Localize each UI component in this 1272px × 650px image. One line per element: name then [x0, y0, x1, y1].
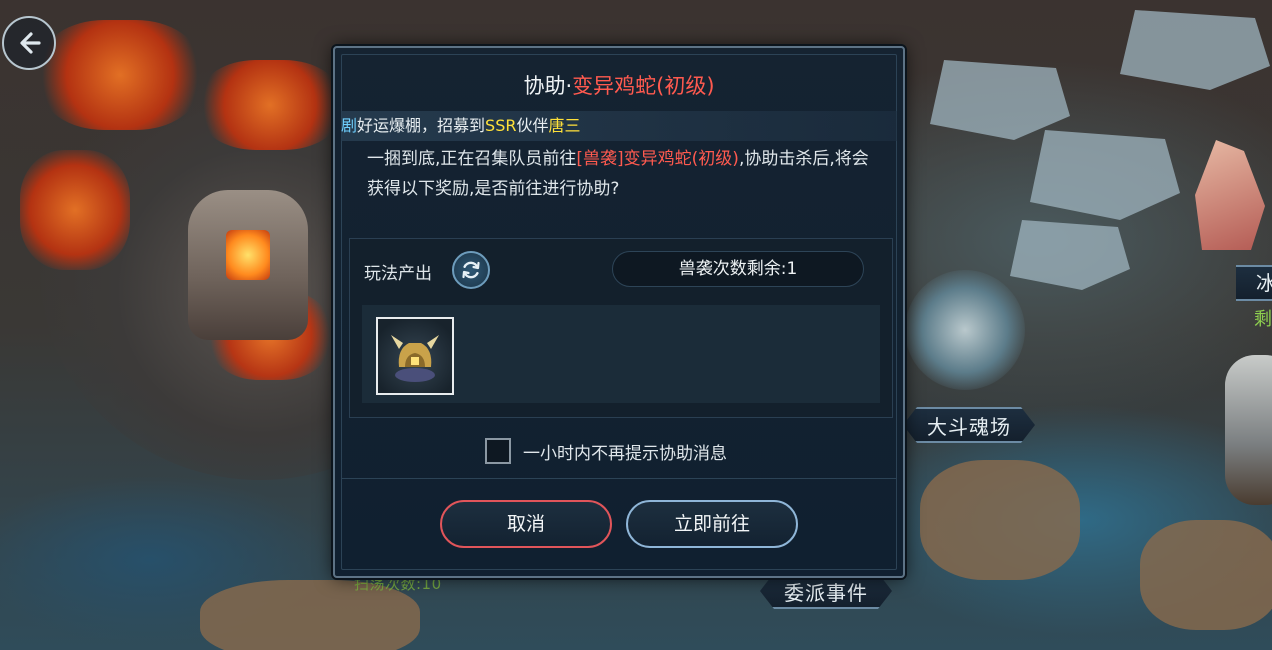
back-button[interactable] [2, 16, 56, 70]
tower-flame [226, 230, 270, 280]
arena-building[interactable] [905, 270, 1025, 390]
title-monster-name: 变异鸡蛇(初级) [572, 74, 715, 98]
title-prefix: 协助· [523, 74, 573, 98]
cancel-button[interactable]: 取消 [440, 500, 612, 548]
land-mass [920, 460, 1080, 580]
refresh-icon [462, 261, 480, 279]
dialog-divider [341, 478, 897, 479]
golden-helmet-icon [391, 335, 439, 382]
land-mass [1140, 520, 1272, 630]
refresh-button[interactable] [452, 251, 490, 289]
go-now-button[interactable]: 立即前往 [626, 500, 798, 548]
no-remind-label: 一小时内不再提示协助消息 [523, 443, 727, 464]
partial-map-sublabel: 剩 [1254, 309, 1272, 330]
ticker-cut-text: 剧 [341, 116, 358, 135]
ticker-highlight-1: SSR [485, 116, 517, 135]
fire-tower-building[interactable] [188, 190, 308, 340]
reward-label: 玩法产出 [364, 264, 432, 284]
reward-items-area [362, 305, 880, 403]
ticker-text-1: 好运爆棚，招募到 [357, 116, 486, 135]
reward-panel: 玩法产出 兽袭次数剩余:1 [349, 238, 893, 418]
lava-flow [20, 150, 130, 270]
dialog-title: 协助·变异鸡蛇(初级) [335, 70, 903, 100]
no-remind-checkbox-row[interactable]: 一小时内不再提示协助消息 [485, 436, 727, 466]
airship[interactable] [1225, 355, 1272, 505]
message-highlight: [兽袭]变异鸡蛇(初级) [576, 149, 739, 169]
message-part-1: 一捆到底,正在召集队员前往 [367, 149, 577, 169]
remaining-attempts: 兽袭次数剩余:1 [612, 251, 864, 287]
dispatch-event-label[interactable]: 委派事件 [760, 573, 892, 609]
no-remind-checkbox[interactable] [485, 438, 511, 464]
partial-map-label[interactable]: 冰 [1236, 265, 1272, 301]
assist-message: 一捆到底,正在召集队员前往[兽袭]变异鸡蛇(初级),协助击杀后,将会获得以下奖励… [367, 144, 879, 204]
lava-flow [200, 60, 340, 150]
lava-flow [40, 20, 200, 130]
ticker-text-2: 伙伴 [516, 116, 549, 135]
assist-dialog: 协助·变异鸡蛇(初级) 剧好运爆棚，招募到SSR伙伴唐三 一捆到底,正在召集队员… [333, 46, 905, 578]
arena-label[interactable]: 大斗魂场 [903, 407, 1035, 443]
ticker-highlight-2: 唐三 [548, 116, 581, 135]
announcement-ticker: 剧好运爆棚，招募到SSR伙伴唐三 [341, 111, 897, 141]
back-arrow-icon [20, 32, 41, 54]
reward-item-slot[interactable] [376, 317, 454, 395]
